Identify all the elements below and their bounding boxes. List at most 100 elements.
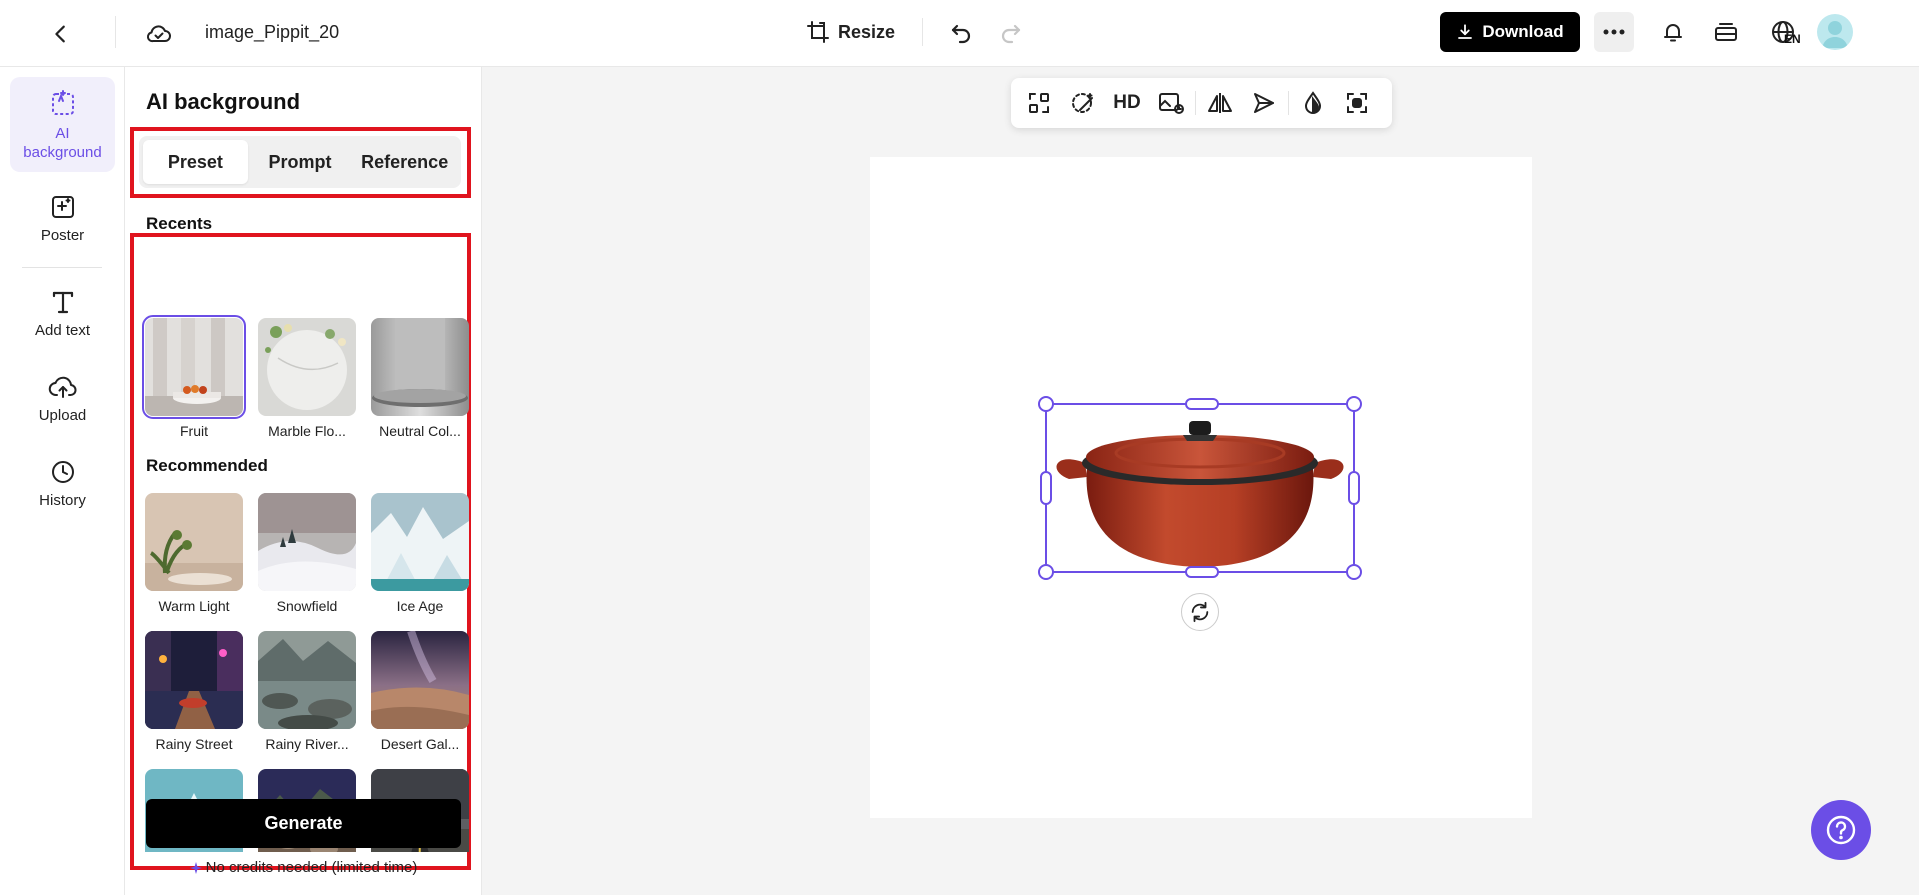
resize-handle-top-right[interactable] (1346, 396, 1362, 412)
preset-thumbnail (371, 493, 469, 591)
preset-card-neutral-color[interactable]: Neutral Col... (371, 318, 469, 439)
preset-card-marble-floral[interactable]: Marble Flo... (258, 318, 356, 439)
download-button[interactable]: Download (1440, 12, 1580, 52)
notifications-button[interactable] (1655, 14, 1691, 50)
avatar-icon (1822, 21, 1848, 48)
credits-note-text: No credits needed (limited time) (205, 859, 418, 876)
preset-thumbnail (142, 315, 246, 419)
mode-tabs: Preset Prompt Reference (139, 136, 461, 188)
preset-label: Rainy Street (155, 736, 233, 752)
document-title[interactable]: image_Pippit_20 (205, 22, 339, 43)
nav-item-upload[interactable]: Upload (10, 367, 115, 429)
preset-label: Fruit (180, 423, 208, 439)
selection-box[interactable] (1038, 396, 1362, 580)
download-icon (1458, 24, 1473, 39)
replace-icon (1029, 93, 1049, 113)
top-bar: image_Pippit_20 Resize Download EN (0, 0, 1919, 67)
send-button[interactable] (1242, 83, 1286, 123)
resize-button[interactable]: Resize (806, 15, 895, 49)
user-avatar[interactable] (1817, 14, 1853, 50)
editor-canvas[interactable]: HD (482, 67, 1919, 895)
hd-button[interactable]: HD (1105, 83, 1149, 123)
language-badge: EN (1784, 32, 1801, 46)
undo-icon (951, 24, 971, 44)
question-icon (1826, 815, 1856, 845)
rotate-handle[interactable] (1181, 593, 1219, 631)
opacity-icon (1304, 91, 1322, 114)
redo-icon (1001, 24, 1021, 44)
flip-button[interactable] (1198, 83, 1242, 123)
preset-card-ice-age[interactable]: Ice Age (371, 493, 469, 614)
preset-card-fruit[interactable]: Fruit (142, 315, 246, 439)
download-label: Download (1482, 22, 1564, 41)
preset-thumbnail (145, 631, 243, 729)
preset-card-desert-galaxy[interactable]: Desert Gal... (371, 631, 469, 752)
preset-thumbnail (371, 631, 469, 729)
preset-thumbnail (371, 318, 469, 416)
preset-thumbnail (258, 318, 356, 416)
image-adjust-icon (1159, 93, 1184, 114)
replace-button[interactable] (1017, 83, 1061, 123)
cutout-button[interactable] (1335, 83, 1379, 123)
resize-handle-top[interactable] (1185, 398, 1219, 410)
undo-button[interactable] (944, 16, 978, 50)
more-horizontal-icon (1603, 29, 1625, 35)
opacity-button[interactable] (1291, 83, 1335, 123)
resize-handle-left[interactable] (1040, 471, 1052, 505)
toolbar-divider (115, 16, 116, 48)
resize-handle-bottom-right[interactable] (1346, 564, 1362, 580)
tab-reference[interactable]: Reference (352, 140, 457, 184)
generate-button[interactable]: Generate (146, 799, 461, 848)
nav-item-add-text[interactable]: Add text (10, 282, 115, 344)
poster-icon (51, 195, 74, 218)
preset-card-rainy-street[interactable]: Rainy Street (145, 631, 243, 752)
preset-card-warm-light[interactable]: Warm Light (145, 493, 243, 614)
nav-item-label: Poster (40, 226, 85, 244)
upload-icon (48, 376, 77, 398)
tab-prompt[interactable]: Prompt (248, 140, 353, 184)
left-navigation: AI background Poster Add text Upload His… (0, 67, 125, 895)
cloud-sync-button[interactable] (142, 17, 176, 51)
recents-heading: Recents (146, 214, 213, 233)
image-adjust-button[interactable] (1149, 83, 1193, 123)
preset-label: Snowfield (276, 598, 338, 614)
language-button[interactable]: EN (1762, 14, 1806, 52)
nav-item-ai-background[interactable]: AI background (10, 77, 115, 172)
preset-thumbnail (258, 493, 356, 591)
resize-handle-right[interactable] (1348, 471, 1360, 505)
preset-grid[interactable]: Fruit Marble Flo... Neutral Col... Recom… (139, 242, 469, 852)
resize-label: Resize (838, 21, 896, 42)
redo-button[interactable] (994, 16, 1028, 50)
flip-icon (1208, 93, 1232, 113)
preset-label: Desert Gal... (380, 736, 460, 752)
credits-note: No credits needed (limited time) (125, 859, 482, 876)
nav-item-poster[interactable]: Poster (10, 187, 115, 249)
cloud-check-icon (147, 25, 171, 43)
nav-item-label: AI background (23, 124, 102, 161)
nav-item-label: History (39, 491, 86, 509)
magic-eraser-button[interactable] (1061, 83, 1105, 123)
preset-thumbnail (258, 631, 356, 729)
toolbar-divider (1288, 91, 1289, 115)
preset-card-rainy-river[interactable]: Rainy River... (258, 631, 356, 752)
preset-label: Warm Light (158, 598, 230, 614)
resize-handle-top-left[interactable] (1038, 396, 1054, 412)
more-options-button[interactable] (1594, 12, 1634, 52)
nav-item-label: Upload (38, 406, 87, 424)
text-icon (52, 291, 73, 313)
resize-handle-bottom[interactable] (1185, 566, 1219, 578)
nav-item-history[interactable]: History (10, 452, 115, 514)
preset-card-snowfield[interactable]: Snowfield (258, 493, 356, 614)
chevron-left-icon (55, 25, 65, 43)
nav-divider (22, 267, 102, 268)
resize-handle-bottom-left[interactable] (1038, 564, 1054, 580)
preset-thumbnail (145, 493, 243, 591)
help-button[interactable] (1811, 800, 1871, 860)
layers-button[interactable] (1708, 14, 1744, 50)
back-button[interactable] (44, 17, 78, 51)
preset-label: Rainy River... (265, 736, 349, 752)
recommended-heading: Recommended (146, 456, 268, 475)
toolbar-divider (922, 18, 923, 46)
tab-preset[interactable]: Preset (143, 140, 248, 184)
sparkle-icon (189, 861, 202, 874)
